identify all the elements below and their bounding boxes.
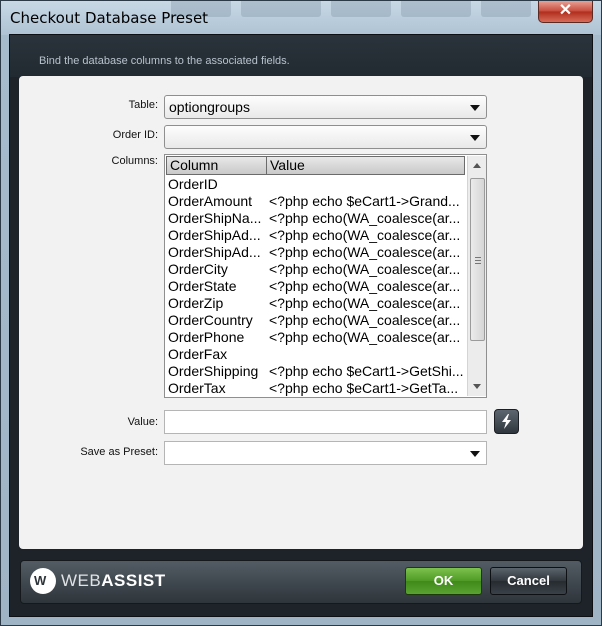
table-select[interactable]: optiongroups (164, 95, 487, 119)
row-column-cell: OrderCity (168, 261, 228, 277)
row-column-cell: OrderShipNa... (168, 210, 262, 226)
table-row[interactable]: OrderCity <?php echo(WA_coalesce(ar... (167, 261, 465, 278)
grid-rows: OrderID OrderAmount <?php echo $eCart1->Gr… (167, 176, 465, 398)
table-row[interactable]: OrderPhone <?php echo(WA_coalesce(ar... (167, 329, 465, 346)
chevron-down-icon (470, 135, 480, 141)
row-value-cell: <?php echo $eCart1->Grand... (269, 193, 460, 209)
row-column-cell: OrderShipping (168, 363, 259, 379)
chevron-down-icon (470, 105, 480, 111)
table-row[interactable]: OrderShipAd... <?php echo(WA_coalesce(ar.… (167, 244, 465, 261)
lightning-bolt-icon (502, 414, 511, 429)
logo-wordmark: WEBASSIST (61, 571, 166, 591)
table-row[interactable]: OrderShipping <?php echo $eCart1->GetShi.… (167, 363, 465, 380)
row-column-cell: OrderZip (168, 295, 224, 311)
logo-mark: W (30, 568, 56, 594)
row-column-cell: OrderFax (168, 346, 228, 362)
row-column-cell: OrderID (168, 176, 218, 192)
table-row[interactable]: OrderShipNa... <?php echo(WA_coalesce(ar.… (167, 210, 465, 227)
close-button[interactable]: ✕ (538, 1, 593, 23)
column-header[interactable]: Column (167, 157, 267, 174)
columns-label: Columns: (111, 155, 158, 167)
table-row[interactable]: OrderEmail<?php echo(WA_coalesce(ar... (167, 397, 465, 398)
row-value-cell: <?php echo(WA_coalesce(ar... (269, 244, 461, 260)
save-preset-select[interactable] (164, 441, 487, 465)
order-id-select[interactable] (164, 125, 487, 149)
row-value-cell: <?php echo $eCart1->GetTa... (269, 380, 459, 396)
row-column-cell: OrderState (168, 278, 237, 294)
row-column-cell: OrderShipAd... (168, 227, 261, 243)
ok-button[interactable]: OK (405, 567, 482, 595)
row-value-cell: <?php echo(WA_coalesce(ar... (269, 329, 461, 345)
value-label: Value: (127, 416, 158, 428)
row-value-cell: <?php echo(WA_coalesce(ar... (269, 278, 461, 294)
value-input[interactable] (164, 410, 487, 434)
row-column-cell: OrderCountry (168, 312, 253, 328)
row-value-cell: <?php echo(WA_coalesce(ar... (269, 227, 461, 243)
grip-icon (475, 257, 481, 264)
table-row[interactable]: OrderFax (167, 346, 465, 363)
background-tabs (171, 1, 531, 19)
table-row[interactable]: OrderZip <?php echo(WA_coalesce(ar... (167, 295, 465, 312)
row-value-cell: <?php echo(WA_coalesce(ar... (269, 312, 461, 328)
table-row[interactable]: OrderID (167, 176, 465, 193)
logo-text-thin: WEB (61, 571, 102, 590)
scroll-up-icon[interactable] (473, 163, 481, 168)
order-id-label: Order ID: (112, 129, 158, 141)
chevron-down-icon (470, 451, 480, 457)
row-value-cell: <?php echo(WA_coalesce(ar... (269, 261, 461, 277)
instruction-text: Bind the database columns to the associa… (39, 55, 290, 67)
scrollbar-thumb[interactable] (470, 178, 485, 341)
table-row[interactable]: OrderState <?php echo(WA_coalesce(ar... (167, 278, 465, 295)
row-value-cell: <?php echo $eCart1->GetShi... (269, 363, 464, 379)
cancel-button[interactable]: Cancel (490, 567, 567, 595)
row-value-cell: <?php echo(WA_coalesce(ar... (269, 397, 465, 398)
grid-header: Column Value (166, 156, 465, 175)
table-label: Table: (128, 99, 158, 111)
row-column-cell: OrderEmail (168, 397, 268, 398)
row-column-cell: OrderTax (168, 380, 226, 396)
table-row[interactable]: OrderTax <?php echo $eCart1->GetTa... (167, 380, 465, 397)
grid-scrollbar[interactable] (467, 156, 486, 396)
scroll-down-icon[interactable] (473, 384, 481, 389)
table-select-value: optiongroups (169, 99, 250, 115)
table-row[interactable]: OrderShipAd... <?php echo(WA_coalesce(ar.… (167, 227, 465, 244)
row-column-cell: OrderAmount (168, 193, 253, 209)
title-bar[interactable]: Checkout Database Preset ✕ (1, 1, 601, 35)
logo-mark-glyph: W (34, 573, 46, 588)
row-value-cell: <?php echo(WA_coalesce(ar... (269, 210, 461, 226)
row-column-cell: OrderPhone (168, 329, 245, 345)
close-icon: ✕ (558, 2, 573, 19)
table-row[interactable]: OrderAmount <?php echo $eCart1->Grand... (167, 193, 465, 210)
value-header[interactable]: Value (267, 157, 465, 174)
table-row[interactable]: OrderCountry <?php echo(WA_coalesce(ar... (167, 312, 465, 329)
columns-grid[interactable]: Column Value OrderID OrderAmount <?php ech… (164, 154, 487, 398)
dynamic-data-button[interactable] (494, 409, 519, 434)
window-title: Checkout Database Preset (10, 9, 209, 27)
row-column-cell: OrderShipAd... (168, 244, 261, 260)
logo-text-bold: ASSIST (101, 571, 166, 590)
save-preset-label: Save as Preset: (80, 446, 158, 458)
row-value-cell: <?php echo(WA_coalesce(ar... (269, 295, 461, 311)
